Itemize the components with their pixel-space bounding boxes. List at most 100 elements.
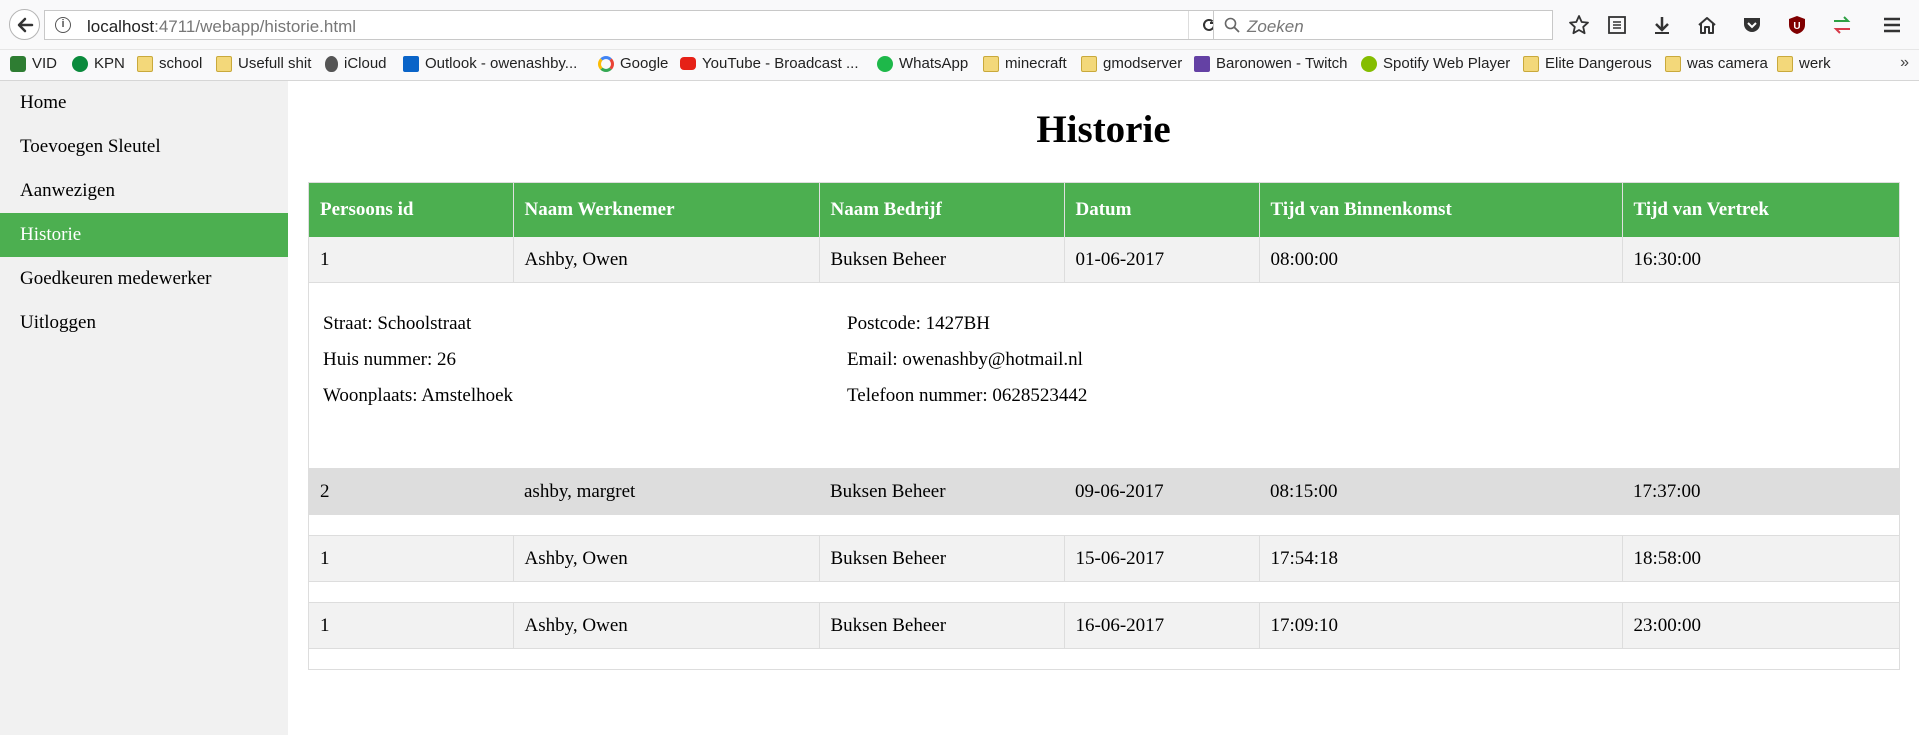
- folder-icon: [983, 55, 999, 72]
- bookmark-item[interactable]: VID: [10, 55, 57, 72]
- bookmark-label: Google: [620, 55, 669, 72]
- table-row[interactable]: 2 ashby, margret Buksen Beheer 09-06-201…: [309, 468, 1899, 515]
- bookmark-label: gmodserver: [1103, 55, 1183, 72]
- bookmark-item[interactable]: WhatsApp: [877, 55, 968, 72]
- apple-icon: [325, 55, 338, 72]
- folder-icon: [216, 55, 232, 72]
- sidebar-item-uitloggen[interactable]: Uitloggen: [0, 301, 288, 345]
- column-header-naam-bedrijf: Naam Bedrijf: [819, 183, 1065, 237]
- detail-huisnummer: Huis nummer: 26: [323, 349, 456, 370]
- bookmark-item[interactable]: minecraft: [983, 55, 1067, 72]
- download-icon[interactable]: [1650, 13, 1674, 37]
- folder-icon: [1665, 55, 1681, 72]
- back-button[interactable]: [9, 9, 40, 40]
- browser-navbar: i localhost:4711/webapp/historie.html Zo…: [0, 0, 1919, 50]
- search-icon: [1224, 17, 1240, 33]
- column-header-tijd-binnenkomst: Tijd van Binnenkomst: [1259, 183, 1623, 237]
- table-cell: 15-06-2017: [1064, 535, 1260, 582]
- folder-icon: [1081, 55, 1097, 72]
- ublock-icon[interactable]: U: [1785, 13, 1809, 37]
- bookmark-item[interactable]: KPN: [72, 55, 125, 72]
- table-header-row: Persoons id Naam Werknemer Naam Bedrijf …: [309, 183, 1899, 237]
- bookmark-label: iCloud: [344, 55, 387, 72]
- bookmark-item[interactable]: gmodserver: [1081, 55, 1182, 72]
- main-content: Historie Persoons id Naam Werknemer Naam…: [288, 81, 1919, 735]
- table-cell: 09-06-2017: [1064, 468, 1259, 515]
- bookmark-label: werk: [1799, 55, 1831, 72]
- row-spacer: [309, 514, 1899, 536]
- table-cell: 01-06-2017: [1064, 237, 1260, 283]
- table-cell: Ashby, Owen: [513, 237, 820, 283]
- table-cell: Ashby, Owen: [513, 602, 820, 649]
- detail-box: Straat: Schoolstraat Huis nummer: 26 Woo…: [309, 283, 1899, 468]
- row-detail-panel: Straat: Schoolstraat Huis nummer: 26 Woo…: [309, 282, 1899, 469]
- table-cell: 17:09:10: [1259, 602, 1623, 649]
- bookmark-label: minecraft: [1005, 55, 1067, 72]
- page-title: Historie: [1036, 108, 1171, 151]
- detail-woonplaats: Woonplaats: Amstelhoek: [323, 385, 514, 406]
- detail-cell: Straat: Schoolstraat Huis nummer: 26 Woo…: [309, 282, 1899, 469]
- bookmark-item[interactable]: was camera: [1665, 55, 1768, 72]
- url-path: :4711/webapp/historie.html: [154, 17, 357, 36]
- table-row[interactable]: 1 Ashby, Owen Buksen Beheer 15-06-2017 1…: [309, 535, 1899, 582]
- sidebar-item-historie[interactable]: Historie: [0, 213, 288, 257]
- bookmark-item[interactable]: werk: [1777, 55, 1831, 72]
- table-cell: Buksen Beheer: [819, 602, 1065, 649]
- info-icon[interactable]: i: [55, 17, 71, 33]
- table-row[interactable]: 1 Ashby, Owen Buksen Beheer 01-06-2017 0…: [309, 237, 1899, 283]
- youtube-icon: [680, 57, 696, 70]
- table-cell: 18:58:00: [1622, 535, 1899, 582]
- column-header-datum: Datum: [1064, 183, 1260, 237]
- pocket-icon[interactable]: [1740, 13, 1764, 37]
- bookmark-item[interactable]: Baronowen - Twitch: [1194, 55, 1347, 72]
- bookmark-label: YouTube - Broadcast ...: [702, 55, 859, 72]
- bookmark-star-icon[interactable]: [1567, 13, 1591, 37]
- bookmark-item[interactable]: YouTube - Broadcast ...: [680, 55, 858, 72]
- bookmark-item[interactable]: Elite Dangerous: [1523, 55, 1652, 72]
- sidebar-item-aanwezigen[interactable]: Aanwezigen: [0, 169, 288, 213]
- search-placeholder: Zoeken: [1247, 17, 1304, 36]
- bookmark-label: was camera: [1687, 55, 1768, 72]
- table-cell: 2: [309, 468, 513, 515]
- bookmark-item[interactable]: Outlook - owenashby...: [403, 55, 577, 72]
- bookmark-label: Elite Dangerous: [1545, 55, 1652, 72]
- row-spacer: [309, 648, 1899, 669]
- table-cell: 1: [309, 535, 514, 582]
- column-header-tijd-vertrek: Tijd van Vertrek: [1622, 183, 1899, 237]
- bookmark-label: VID: [32, 55, 58, 72]
- url-bar[interactable]: i localhost:4711/webapp/historie.html: [44, 10, 1230, 40]
- table-cell: ashby, margret: [513, 468, 819, 515]
- table-row[interactable]: 1 Ashby, Owen Buksen Beheer 16-06-2017 1…: [309, 602, 1899, 649]
- kpn-icon: [72, 55, 88, 72]
- sidebar-nav: Home Toevoegen Sleutel Aanwezigen Histor…: [0, 81, 288, 735]
- detail-email: Email: owenashby@hotmail.nl: [847, 349, 1083, 370]
- bookmark-item[interactable]: iCloud: [325, 55, 387, 72]
- sidebar-item-toevoegen-sleutel[interactable]: Toevoegen Sleutel: [0, 125, 288, 169]
- column-header-persoons-id: Persoons id: [309, 183, 514, 237]
- bookmark-item[interactable]: Usefull shit: [216, 55, 311, 72]
- sidebar-item-goedkeuren-medewerker[interactable]: Goedkeuren medewerker: [0, 257, 288, 301]
- table-cell: 17:54:18: [1259, 535, 1623, 582]
- twitch-icon: [1194, 55, 1210, 72]
- bookmark-label: WhatsApp: [899, 55, 969, 72]
- bookmark-item[interactable]: school: [137, 55, 202, 72]
- sidebar-item-home[interactable]: Home: [0, 81, 288, 125]
- url-host: localhost: [87, 17, 155, 36]
- table-cell: 1: [309, 602, 514, 649]
- chevron-double-right-icon[interactable]: »: [1900, 54, 1909, 72]
- search-bar[interactable]: Zoeken: [1213, 10, 1553, 40]
- bookmark-item[interactable]: Spotify Web Player: [1361, 55, 1510, 72]
- bookmark-item[interactable]: Google: [598, 55, 668, 72]
- table-cell: 08:15:00: [1259, 468, 1622, 515]
- reading-list-icon[interactable]: [1605, 13, 1629, 37]
- bookmark-label: KPN: [94, 55, 125, 72]
- sync-arrows-icon[interactable]: [1830, 13, 1854, 37]
- table-cell: 23:00:00: [1622, 602, 1899, 649]
- folder-icon: [1777, 55, 1793, 72]
- menu-icon[interactable]: [1880, 13, 1904, 37]
- detail-postcode: Postcode: 1427BH: [847, 313, 991, 334]
- bookmarks-toolbar: VID KPN school Usefull shit iCloud Outlo…: [0, 50, 1919, 81]
- url-text[interactable]: localhost:4711/webapp/historie.html: [87, 17, 356, 37]
- table-cell: 1: [309, 237, 514, 283]
- home-icon[interactable]: [1695, 13, 1719, 37]
